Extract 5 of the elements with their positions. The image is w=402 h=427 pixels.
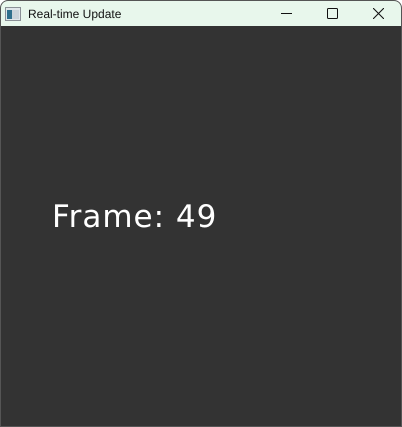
- frame-counter: Frame: 49: [52, 199, 218, 235]
- app-icon: [5, 6, 21, 20]
- window-title: Real-time Update: [28, 6, 122, 20]
- close-icon: [372, 8, 384, 19]
- maximize-icon: [326, 8, 338, 19]
